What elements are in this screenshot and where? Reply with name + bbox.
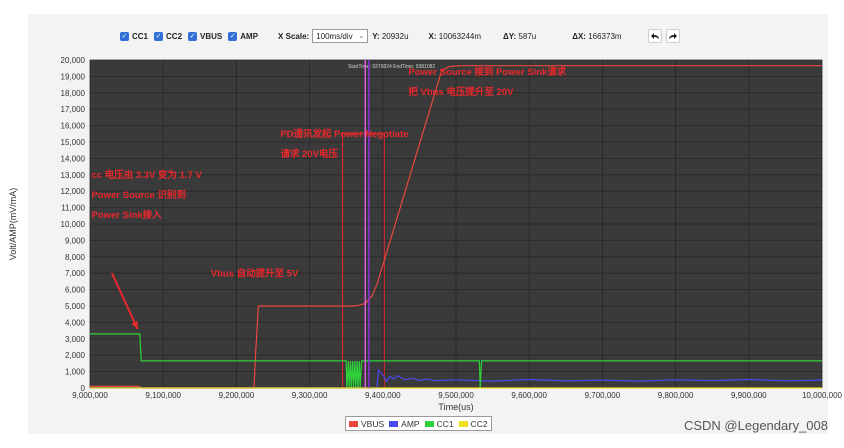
annotation-vbus-20v-line: Power Source 接到 Power Sink请求 [408,66,566,78]
y-tick-label: 17,000 [61,105,86,114]
annotation-cc-change-line: Power Source 识别到 [91,189,185,201]
annotation-vbus-5v: Vbus 自动提升至 5V [211,267,299,279]
legend-label-cc1: CC1 [436,418,454,429]
y-tick-labels: 01,0002,0003,0004,0005,0006,0007,0008,00… [61,56,86,393]
x-tick-label: 9,400,000 [365,391,401,400]
annotation-cc-change-line: cc 电压由 3.3V 变为 1.7 V [91,169,202,181]
y-tick-label: 3,000 [65,335,86,344]
x-tick-label: 9,800,000 [658,391,694,400]
legend: VBUS AMP CC1 CC2 [345,416,492,431]
x-tick-label: 9,300,000 [292,391,328,400]
annotation-cc-change-line: Power Sink接入 [91,209,162,221]
y-tick-label: 6,000 [65,286,86,295]
y-tick-label: 18,000 [61,89,86,98]
x-tick-labels: 9,000,000 9,100,000 9,200,000 9,300,000 9,40… [72,391,842,400]
x-tick-label: 9,900,000 [731,391,767,400]
y-tick-label: 12,000 [61,187,86,196]
legend-label-amp: AMP [401,418,420,429]
watermark: CSDN @Legendary_008 [683,418,828,433]
y-tick-label: 1,000 [65,368,86,377]
y-tick-label: 8,000 [65,253,86,262]
legend-swatch-vbus [349,420,358,427]
x-tick-label: 9,500,000 [438,391,474,400]
annotation-pd-negotiate-line: 请求 20V电压 [280,148,338,160]
annotation-vbus-5v-line: Vbus 自动提升至 5V [211,267,299,279]
legend-label-cc2: CC2 [470,418,488,429]
y-tick-label: 7,000 [65,269,86,278]
y-tick-label: 19,000 [61,72,86,81]
y-tick-label: 15,000 [61,138,86,147]
annotation-vbus-20v-line: 把 Vbus 电压提升至 20V [408,86,514,98]
legend-item-cc2[interactable]: CC2 [458,418,488,429]
x-tick-label: 9,100,000 [145,391,181,400]
y-axis-label: Volt/AMP(mV/mA) [8,188,18,261]
y-tick-label: 5,000 [65,302,86,311]
y-tick-label: 11,000 [61,204,85,213]
legend-swatch-amp [389,420,399,427]
annotation-pd-negotiate-line: PD通讯发起 Power Negotiate [280,128,408,140]
legend-item-cc1[interactable]: CC1 [424,418,454,429]
y-tick-label: 16,000 [61,122,86,131]
legend-swatch-cc1 [424,420,434,427]
y-tick-label: 4,000 [65,318,86,327]
x-tick-label: 9,600,000 [511,391,547,400]
y-tick-label: 20,000 [61,56,86,65]
legend-item-amp[interactable]: AMP [389,418,420,429]
x-tick-label: 9,700,000 [585,391,621,400]
x-tick-label: 9,200,000 [219,391,255,400]
grid-lines [89,59,823,389]
x-tick-label: 10,000,000 [802,391,843,400]
legend-item-vbus[interactable]: VBUS [349,419,384,429]
legend-label-vbus: VBUS [361,418,385,429]
x-axis-label: Time(us) [438,402,473,412]
chart-svg: StartTime: 9379824 EndTime: 9381082 01,0… [8,56,843,412]
x-tick-label: 9,000,000 [72,391,108,400]
y-tick-label: 14,000 [61,154,86,163]
y-tick-label: 10,000 [61,220,86,229]
y-tick-label: 2,000 [65,351,86,360]
y-tick-label: 9,000 [65,236,86,245]
y-tick-label: 13,000 [61,171,86,180]
legend-swatch-cc2 [458,420,468,427]
